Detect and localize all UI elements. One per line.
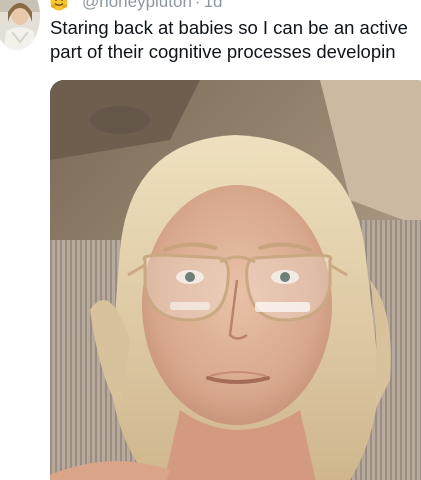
tweet-header: @honeypluton · 1d (50, 0, 223, 13)
tweet-text-line-2: part of their cognitive processes develo… (50, 41, 396, 62)
author-handle[interactable]: @honeypluton (82, 0, 192, 12)
timestamp[interactable]: 1d (204, 0, 223, 12)
avatar[interactable] (0, 0, 40, 50)
tweet: @honeypluton · 1d Staring back at babies… (0, 0, 421, 480)
tweet-text-line-1: Staring back at babies so I can be an ac… (50, 17, 408, 38)
selfie-photo (50, 80, 421, 480)
tweet-text: Staring back at babies so I can be an ac… (50, 16, 421, 64)
tweet-media-photo[interactable] (50, 80, 421, 480)
hugging-face-emoji-icon (50, 0, 68, 11)
avatar-photo (0, 0, 40, 50)
separator-dot: · (194, 0, 201, 11)
